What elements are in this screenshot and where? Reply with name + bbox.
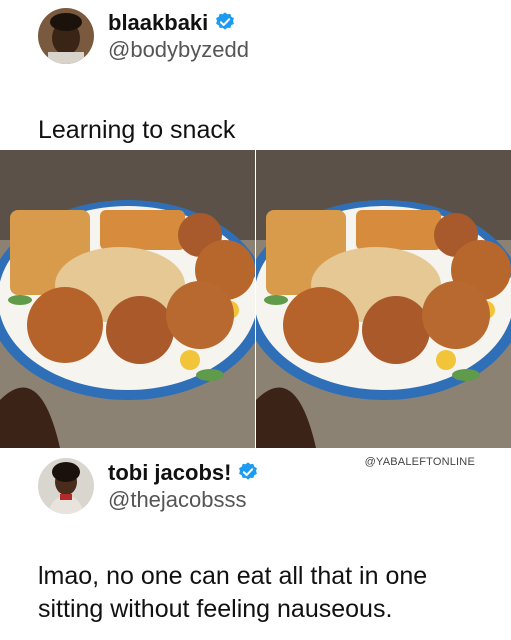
tweet-media[interactable] [0, 150, 511, 448]
avatar[interactable] [38, 8, 94, 64]
handle[interactable]: @bodybyzedd [108, 37, 249, 62]
watermark: @YABALEFTONLINE [364, 456, 475, 468]
avatar[interactable] [38, 458, 94, 514]
tweet1-header: blaakbaki @bodybyzedd [38, 8, 249, 64]
tweet2-text-line2: sitting without feeling nauseous. [38, 595, 393, 623]
tweet2-header: tobi jacobs! @thejacobsss [38, 458, 259, 514]
display-name[interactable]: tobi jacobs! [108, 460, 231, 485]
media-photo-left[interactable] [0, 150, 255, 448]
tweet1-text: Learning to snack [38, 116, 236, 144]
verified-badge-icon [239, 462, 258, 480]
display-name[interactable]: blaakbaki [108, 10, 208, 35]
media-photo-right[interactable] [256, 150, 511, 448]
tweet2-text: lmao, no one can eat all that in one sit… [38, 560, 427, 626]
verified-badge-icon [216, 12, 235, 30]
handle[interactable]: @thejacobsss [108, 487, 259, 512]
tweet2-text-line1: lmao, no one can eat all that in one [38, 562, 428, 590]
